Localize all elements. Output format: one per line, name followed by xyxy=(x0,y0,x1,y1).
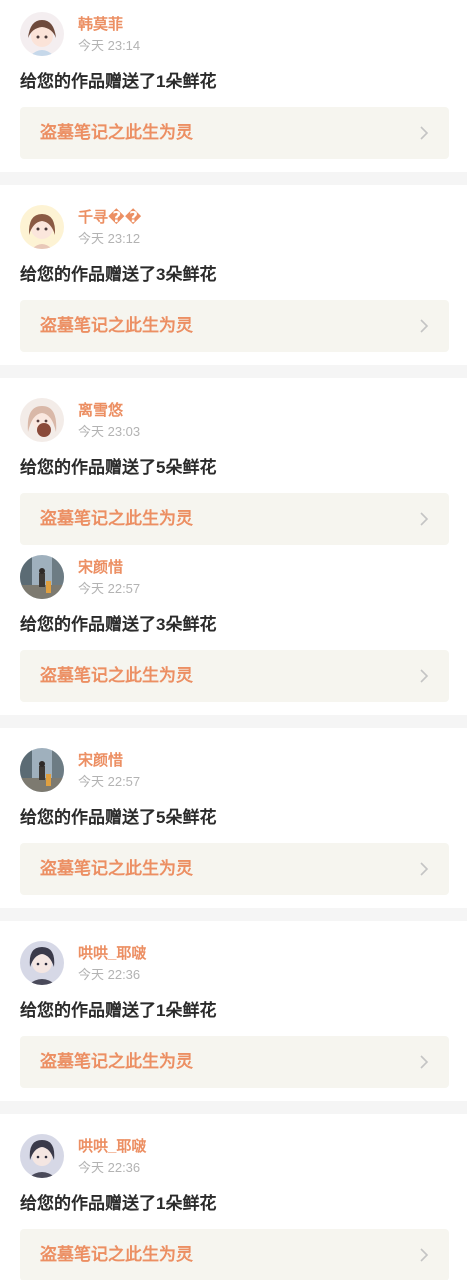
girl-anime-avatar-icon[interactable] xyxy=(20,398,64,442)
work-title: 盗墓笔记之此生为灵 xyxy=(40,1245,193,1264)
street-photo-avatar-icon[interactable] xyxy=(20,748,64,792)
gift-entry: 哄哄_耶啵 今天 22:36 给您的作品赠送了1朵鲜花 盗墓笔记之此生为灵 xyxy=(0,1122,467,1280)
username[interactable]: 哄哄_耶啵 xyxy=(78,1138,146,1156)
work-link-button[interactable]: 盗墓笔记之此生为灵 xyxy=(20,843,449,895)
username[interactable]: 韩莫菲 xyxy=(78,16,123,34)
gift-message: 给您的作品赠送了1朵鲜花 xyxy=(20,1001,217,1020)
work-title: 盗墓笔记之此生为灵 xyxy=(40,1052,193,1071)
gift-entry: 宋颜惜 今天 22:57 给您的作品赠送了5朵鲜花 盗墓笔记之此生为灵 xyxy=(0,736,467,916)
chevron-right-icon xyxy=(419,668,429,684)
gift-message: 给您的作品赠送了5朵鲜花 xyxy=(20,808,217,827)
work-title: 盗墓笔记之此生为灵 xyxy=(40,123,193,142)
gift-message: 给您的作品赠送了3朵鲜花 xyxy=(20,265,217,284)
gift-entry: 千寻�� 今天 23:12 给您的作品赠送了3朵鲜花 盗墓笔记之此生为灵 xyxy=(0,193,467,373)
gift-notification-list: 韩莫菲 今天 23:14 给您的作品赠送了1朵鲜花 盗墓笔记之此生为灵 千寻��… xyxy=(0,0,467,1280)
work-title: 盗墓笔记之此生为灵 xyxy=(40,316,193,335)
username[interactable]: 宋颜惜 xyxy=(78,752,123,770)
girl-cartoon-avatar-icon[interactable] xyxy=(20,12,64,56)
notification-card: 哄哄_耶啵 今天 22:36 给您的作品赠送了1朵鲜花 盗墓笔记之此生为灵 xyxy=(0,921,467,1101)
timestamp: 今天 22:57 xyxy=(78,774,141,789)
gift-message: 给您的作品赠送了1朵鲜花 xyxy=(20,1194,217,1213)
work-link-button[interactable]: 盗墓笔记之此生为灵 xyxy=(20,1229,449,1280)
girl-cartoon-avatar-icon[interactable] xyxy=(20,205,64,249)
notification-card: 韩莫菲 今天 23:14 给您的作品赠送了1朵鲜花 盗墓笔记之此生为灵 xyxy=(0,0,467,172)
notification-card: 哄哄_耶啵 今天 22:36 给您的作品赠送了1朵鲜花 盗墓笔记之此生为灵 xyxy=(0,1114,467,1280)
timestamp: 今天 22:57 xyxy=(78,581,141,596)
timestamp: 今天 23:03 xyxy=(78,424,141,439)
gift-message: 给您的作品赠送了5朵鲜花 xyxy=(20,458,217,477)
username[interactable]: 千寻�� xyxy=(78,209,141,227)
notification-card: 离雪悠 今天 23:03 给您的作品赠送了5朵鲜花 盗墓笔记之此生为灵 宋颜惜 … xyxy=(0,378,467,715)
gift-message: 给您的作品赠送了1朵鲜花 xyxy=(20,72,217,91)
chevron-right-icon xyxy=(419,318,429,334)
timestamp: 今天 23:12 xyxy=(78,231,141,246)
timestamp: 今天 23:14 xyxy=(78,38,141,53)
chevron-right-icon xyxy=(419,511,429,527)
gift-entry: 哄哄_耶啵 今天 22:36 给您的作品赠送了1朵鲜花 盗墓笔记之此生为灵 xyxy=(0,929,467,1109)
work-title: 盗墓笔记之此生为灵 xyxy=(40,859,193,878)
username[interactable]: 宋颜惜 xyxy=(78,559,123,577)
work-link-button[interactable]: 盗墓笔记之此生为灵 xyxy=(20,107,449,159)
chevron-right-icon xyxy=(419,861,429,877)
work-title: 盗墓笔记之此生为灵 xyxy=(40,509,193,528)
work-title: 盗墓笔记之此生为灵 xyxy=(40,666,193,685)
chevron-right-icon xyxy=(419,1247,429,1263)
work-link-button[interactable]: 盗墓笔记之此生为灵 xyxy=(20,1036,449,1088)
chevron-right-icon xyxy=(419,1054,429,1070)
chevron-right-icon xyxy=(419,125,429,141)
boy-anime-avatar-icon[interactable] xyxy=(20,941,64,985)
username[interactable]: 离雪悠 xyxy=(78,402,123,420)
gift-message: 给您的作品赠送了3朵鲜花 xyxy=(20,615,217,634)
timestamp: 今天 22:36 xyxy=(78,1160,141,1175)
gift-entry: 离雪悠 今天 23:03 给您的作品赠送了5朵鲜花 盗墓笔记之此生为灵 xyxy=(0,386,467,566)
work-link-button[interactable]: 盗墓笔记之此生为灵 xyxy=(20,650,449,702)
work-link-button[interactable]: 盗墓笔记之此生为灵 xyxy=(20,493,449,545)
gift-entry: 韩莫菲 今天 23:14 给您的作品赠送了1朵鲜花 盗墓笔记之此生为灵 xyxy=(0,0,467,180)
timestamp: 今天 22:36 xyxy=(78,967,141,982)
street-photo-avatar-icon[interactable] xyxy=(20,555,64,599)
notification-card: 宋颜惜 今天 22:57 给您的作品赠送了5朵鲜花 盗墓笔记之此生为灵 xyxy=(0,728,467,908)
work-link-button[interactable]: 盗墓笔记之此生为灵 xyxy=(20,300,449,352)
username[interactable]: 哄哄_耶啵 xyxy=(78,945,146,963)
boy-anime-avatar-icon[interactable] xyxy=(20,1134,64,1178)
notification-card: 千寻�� 今天 23:12 给您的作品赠送了3朵鲜花 盗墓笔记之此生为灵 xyxy=(0,185,467,365)
gift-entry: 宋颜惜 今天 22:57 给您的作品赠送了3朵鲜花 盗墓笔记之此生为灵 xyxy=(0,543,467,723)
